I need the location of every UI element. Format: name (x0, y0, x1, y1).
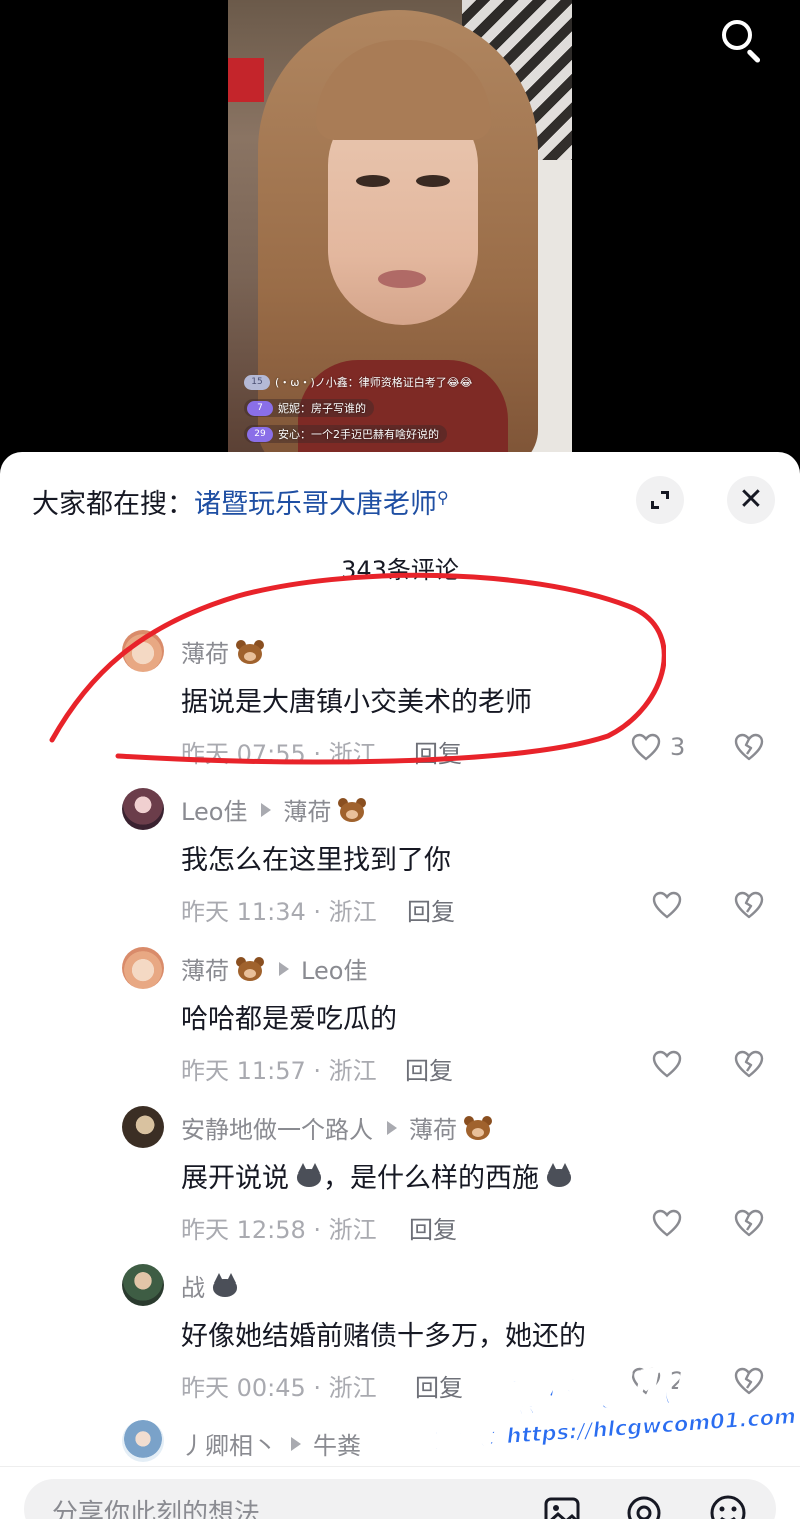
chat-level-badge: 7 (247, 400, 273, 416)
mention-icon[interactable] (624, 1493, 664, 1519)
reply-arrow-icon (261, 802, 272, 817)
wolf-emoji-icon (211, 1272, 239, 1299)
bear-emoji-icon (337, 797, 367, 823)
username-text: Leo佳 (181, 798, 248, 826)
username-text: 战 (181, 1274, 205, 1302)
comment-meta: 昨天 12:58 · 浙江 (181, 1216, 377, 1244)
search-icon-handle (746, 48, 762, 64)
chat-pill: 29 安心：一个2手迈巴赫有啥好说的 (244, 425, 447, 443)
streamer-mouth (378, 270, 426, 288)
search-button[interactable] (718, 16, 768, 66)
reply-to-username: 薄荷 (283, 798, 332, 826)
heart-icon[interactable] (651, 1208, 683, 1238)
comment-meta: 昨天 11:34 · 浙江 (181, 898, 377, 926)
reply-to-username: 薄荷 (409, 1116, 457, 1144)
comment-item: 薄荷 Leo佳 哈哈都是爱吃瓜的 昨天 11:57 · 浙江 回复 (0, 943, 800, 1093)
live-chat-line: 29 安心：一个2手迈巴赫有啥好说的 (244, 424, 564, 444)
avatar[interactable] (122, 630, 164, 672)
close-button[interactable]: ✕ (727, 476, 775, 524)
comment-count: 343条评论 (341, 556, 459, 584)
chat-pill: 7 妮妮：房子写谁的 (244, 399, 374, 417)
comment-item: 安静地做一个路人 薄荷 展开说说 ，是什么样的西施 昨天 12:58 · 浙江 … (0, 1102, 800, 1252)
comment-meta: 昨天 07:55 · 浙江 (181, 740, 377, 768)
comment-username[interactable]: 安静地做一个路人 薄荷 (181, 1110, 493, 1145)
avatar[interactable] (122, 788, 164, 830)
video-background-sign (228, 58, 264, 102)
username-text: 薄荷 (181, 640, 229, 668)
comment-input-bar: 分享你此刻的想法 (0, 1466, 800, 1519)
chat-text: 妮妮：房子写谁的 (278, 402, 366, 415)
comment-text: 据说是大唐镇小交美术的老师 (181, 687, 532, 718)
bear-emoji-icon (235, 956, 265, 982)
streamer-eye-right (416, 175, 450, 187)
reply-arrow-icon (279, 961, 289, 976)
comment-text: 展开说说 ，是什么样的西施 (181, 1156, 573, 1195)
comment-item: Leo佳 薄荷 我怎么在这里找到了你 昨天 11:34 · 浙江 回复 (0, 784, 800, 934)
avatar[interactable] (122, 947, 164, 989)
streamer-eye-left (356, 175, 390, 187)
comment-username[interactable]: Leo佳 薄荷 (181, 792, 367, 827)
avatar[interactable] (122, 1420, 164, 1462)
live-chat-line: 7 妮妮：房子写谁的 (244, 398, 564, 418)
username-text: 安静地做一个路人 (181, 1116, 373, 1144)
username-text: 薄荷 (181, 957, 229, 985)
live-chat-line: 15 (・ω・)ノ小鑫：律师资格证白考了😂😂 (244, 372, 564, 392)
comment-meta: 昨天 00:45 · 浙江 (181, 1374, 377, 1402)
comment-meta: 昨天 11:57 · 浙江 (181, 1057, 377, 1085)
like-button[interactable]: 3 (630, 732, 685, 762)
broken-heart-icon[interactable] (733, 1049, 765, 1079)
comment-username[interactable]: 薄荷 (181, 634, 265, 669)
reply-to-username: 牛粪 (313, 1432, 361, 1460)
avatar[interactable] (122, 1264, 164, 1306)
search-icon (722, 20, 752, 50)
expand-icon (651, 491, 669, 509)
comment-text-part: 展开说说 (181, 1163, 289, 1194)
chat-text: 安心：一个2手迈巴赫有啥好说的 (278, 428, 439, 441)
wolf-emoji-icon (545, 1162, 573, 1189)
emoji-icon[interactable] (708, 1493, 748, 1519)
comment-username[interactable]: 丿卿相丶 牛粪 (181, 1426, 361, 1461)
heart-icon[interactable] (651, 1049, 683, 1079)
close-icon: ✕ (738, 482, 764, 517)
live-video-area[interactable]: 15 (・ω・)ノ小鑫：律师资格证白考了😂😂 7 妮妮：房子写谁的 29 安心：… (0, 0, 800, 470)
hot-search-term[interactable]: 诸暨玩乐哥大唐老师 (194, 489, 437, 520)
heart-icon (631, 733, 661, 761)
broken-heart-icon[interactable] (733, 890, 765, 920)
chat-level-badge: 29 (247, 426, 273, 442)
username-text: 丿卿相丶 (181, 1432, 277, 1460)
hot-search-prefix: 大家都在搜： (32, 489, 194, 520)
live-chat-overlay: 15 (・ω・)ノ小鑫：律师资格证白考了😂😂 7 妮妮：房子写谁的 29 安心：… (244, 372, 564, 450)
bear-emoji-icon (463, 1115, 493, 1141)
wolf-emoji-icon (295, 1162, 323, 1189)
comment-input-placeholder: 分享你此刻的想法 (52, 1499, 261, 1519)
like-count: 3 (670, 733, 686, 761)
bear-emoji-icon (235, 639, 265, 665)
image-icon[interactable] (542, 1493, 582, 1519)
reply-arrow-icon (387, 1120, 397, 1135)
comment-username[interactable]: 战 (181, 1268, 239, 1303)
reply-button[interactable]: 回复 (405, 1051, 453, 1086)
hot-search-icon: ⚲ (437, 488, 449, 507)
avatar[interactable] (122, 1106, 164, 1148)
reply-button[interactable]: 回复 (414, 734, 462, 769)
comment-text-part: ，是什么样的西施 (323, 1163, 539, 1194)
expand-button[interactable] (636, 476, 684, 524)
comment-text: 我怎么在这里找到了你 (181, 845, 451, 876)
hot-search-banner[interactable]: 大家都在搜：诸暨玩乐哥大唐老师⚲ (32, 482, 449, 521)
reply-button[interactable]: 回复 (407, 892, 455, 927)
comment-text: 好像她结婚前赌债十多万，她还的 (181, 1321, 586, 1352)
comment-input[interactable]: 分享你此刻的想法 (24, 1479, 776, 1519)
sheet-header: 大家都在搜：诸暨玩乐哥大唐老师⚲ ✕ (0, 452, 800, 552)
chat-text: (・ω・)ノ小鑫：律师资格证白考了😂😂 (275, 376, 473, 389)
chat-level-badge: 15 (244, 374, 270, 390)
reply-button[interactable]: 回复 (409, 1210, 457, 1245)
broken-heart-icon[interactable] (733, 1208, 765, 1238)
comment-username[interactable]: 薄荷 Leo佳 (181, 951, 367, 986)
broken-heart-icon[interactable] (733, 732, 765, 762)
heart-icon[interactable] (651, 890, 683, 920)
comment-item: 薄荷 据说是大唐镇小交美术的老师 昨天 07:55 · 浙江 回复 3 (0, 624, 800, 774)
reply-to-username: Leo佳 (301, 957, 368, 985)
reply-arrow-icon (291, 1436, 301, 1451)
comment-text: 哈哈都是爱吃瓜的 (181, 1004, 397, 1035)
